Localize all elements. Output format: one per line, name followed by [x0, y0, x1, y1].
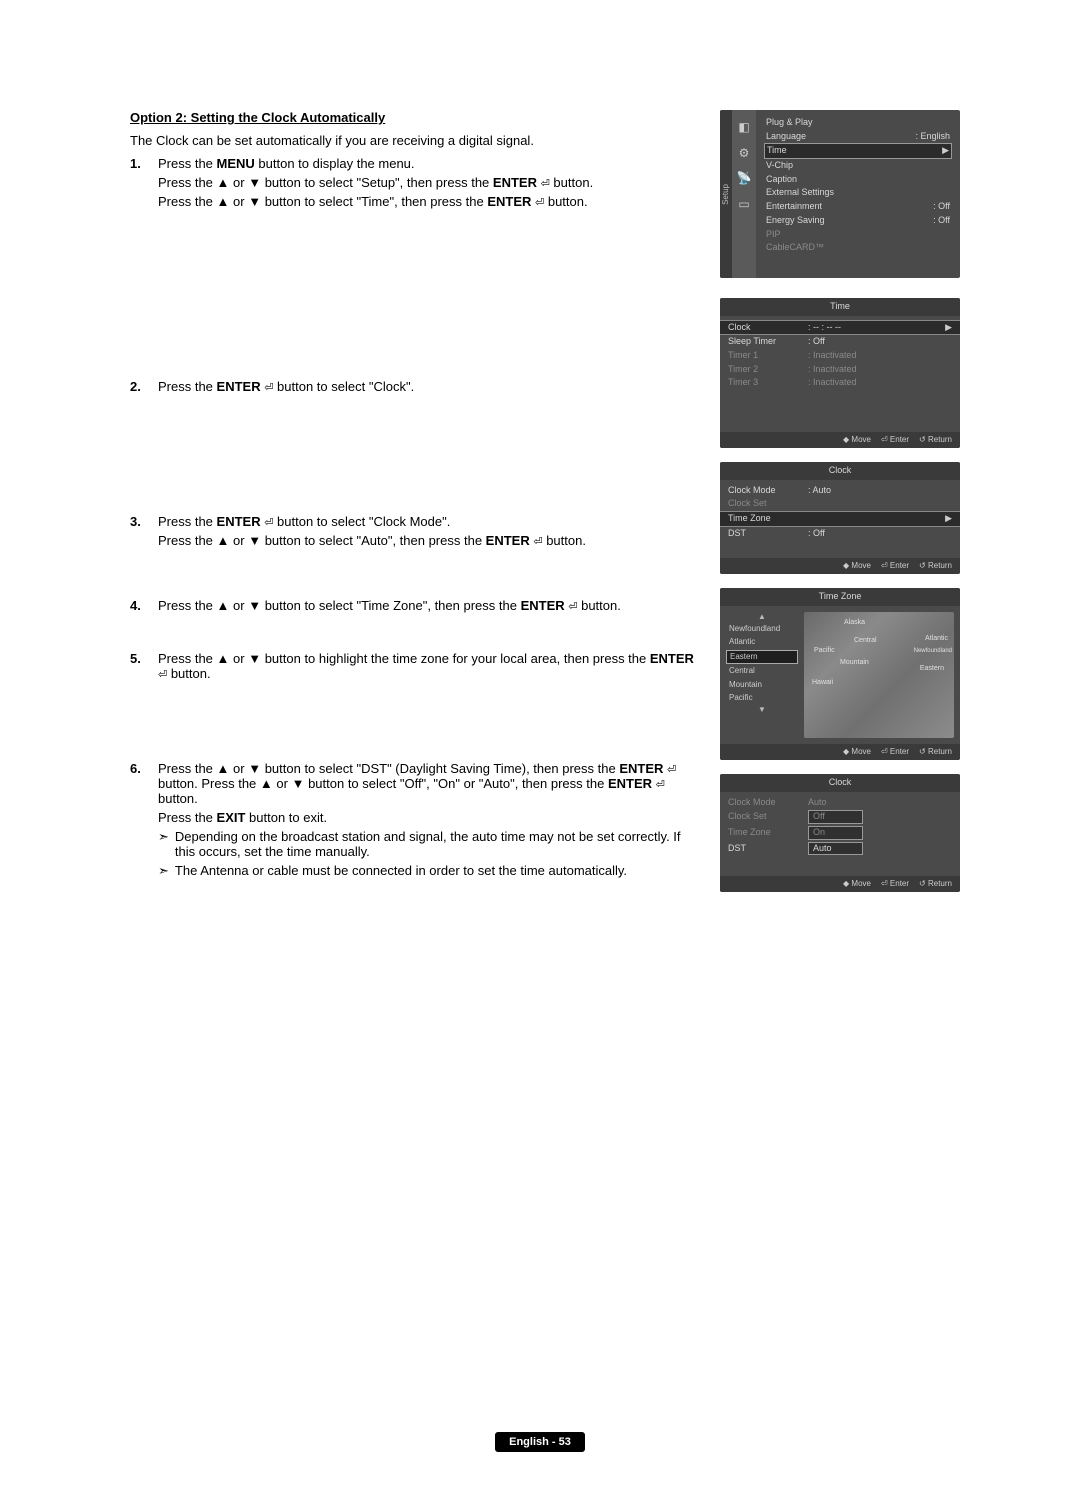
step-number: 6.	[130, 761, 148, 879]
osd-menu-item: V-Chip	[764, 159, 952, 173]
timezone-item: Central	[726, 665, 798, 677]
note-text: Depending on the broadcast station and s…	[175, 829, 698, 859]
osd-menu-item: PIP	[764, 228, 952, 242]
osd-menu-item: Time ZoneOn	[720, 825, 960, 841]
step-number: 4.	[130, 598, 148, 617]
osd-setup-menu: Setup ◧ ⚙ 📡 ▭ Plug & PlayLanguage: Engli…	[720, 110, 960, 278]
timezone-item: Mountain	[726, 679, 798, 691]
osd-tab-setup: Setup	[720, 110, 732, 278]
osd-title: Time Zone	[720, 588, 960, 606]
note-icon: ➣	[158, 863, 169, 879]
osd-title: Clock	[720, 774, 960, 792]
instruction-text: Option 2: Setting the Clock Automaticall…	[130, 110, 698, 906]
enter-icon	[533, 533, 542, 548]
osd-menu-item: Clock Mode: Auto	[720, 484, 960, 498]
osd-menu-item: Entertainment: Off	[764, 200, 952, 214]
osd-menu-item: Clock SetOff	[720, 809, 960, 825]
screen-icon: ▭	[738, 197, 749, 213]
osd-title: Clock	[720, 462, 960, 480]
osd-menu-item: Timer 1: Inactivated	[720, 349, 960, 363]
osd-menu-item: Timer 3: Inactivated	[720, 376, 960, 390]
timezone-item: Newfoundland	[726, 623, 798, 635]
timezone-map: Alaska Pacific Central Atlantic Mountain…	[804, 612, 954, 738]
gear-icon: ⚙	[739, 146, 750, 162]
step-3: 3. Press the ENTER button to select "Clo…	[130, 514, 698, 552]
timezone-item: Pacific	[726, 692, 798, 704]
osd-menu-item: Caption	[764, 173, 952, 187]
osd-menu-item: Language: English	[764, 130, 952, 144]
timezone-item: Eastern	[726, 650, 798, 664]
timezone-list: ▲NewfoundlandAtlanticEasternCentralMount…	[726, 612, 798, 738]
osd-footer: ◆ Move ⏎ Enter ↺ Return	[720, 744, 960, 760]
osd-menu-item: DST: Off	[720, 527, 960, 541]
note-text: The Antenna or cable must be connected i…	[175, 863, 627, 879]
page-number: English - 53	[495, 1432, 585, 1452]
enter-icon	[667, 761, 676, 776]
osd-footer: ◆ Move ⏎ Enter ↺ Return	[720, 558, 960, 574]
plug-play-icon: ◧	[738, 120, 749, 136]
osd-menu-item: Sleep Timer: Off	[720, 335, 960, 349]
step-number: 1.	[130, 156, 148, 213]
osd-menu-item: Clock: -- : -- --▶	[720, 320, 960, 336]
osd-title: Time	[720, 298, 960, 316]
osd-timezone-menu: Time Zone ▲NewfoundlandAtlanticEasternCe…	[720, 588, 960, 760]
enter-icon	[535, 194, 544, 209]
note-icon: ➣	[158, 829, 169, 859]
step-1: 1. Press the MENU button to display the …	[130, 156, 698, 213]
osd-menu-item: Energy Saving: Off	[764, 214, 952, 228]
osd-menu-item: External Settings	[764, 186, 952, 200]
osd-clock-dst-menu: Clock Clock ModeAutoClock SetOffTime Zon…	[720, 774, 960, 892]
timezone-item: Atlantic	[726, 636, 798, 648]
page-footer: English - 53	[0, 1433, 1080, 1448]
step-number: 5.	[130, 651, 148, 685]
osd-menu-item: Time ▶	[764, 143, 952, 159]
section-title: Option 2: Setting the Clock Automaticall…	[130, 110, 698, 125]
osd-time-menu: Time Clock: -- : -- --▶Sleep Timer: OffT…	[720, 298, 960, 448]
osd-menu-item: Clock ModeAuto	[720, 796, 960, 810]
enter-icon	[656, 776, 665, 791]
osd-menu-item: CableCARD™	[764, 241, 952, 255]
osd-menu-item: Clock Set	[720, 497, 960, 511]
osd-screenshots: Setup ◧ ⚙ 📡 ▭ Plug & PlayLanguage: Engli…	[720, 110, 960, 906]
osd-footer: ◆ Move ⏎ Enter ↺ Return	[720, 432, 960, 448]
antenna-icon: 📡	[737, 171, 752, 187]
osd-menu-item: DSTAuto	[720, 841, 960, 857]
osd-menu-item: Plug & Play	[764, 116, 952, 130]
enter-icon	[541, 175, 550, 190]
step-number: 3.	[130, 514, 148, 552]
enter-icon	[158, 666, 167, 681]
osd-footer: ◆ Move ⏎ Enter ↺ Return	[720, 876, 960, 892]
section-intro: The Clock can be set automatically if yo…	[130, 133, 698, 148]
osd-menu-item: Timer 2: Inactivated	[720, 363, 960, 377]
step-4: 4. Press the ▲ or ▼ button to select "Ti…	[130, 598, 698, 617]
step-number: 2.	[130, 379, 148, 398]
osd-menu-item: Time Zone▶	[720, 511, 960, 527]
step-5: 5. Press the ▲ or ▼ button to highlight …	[130, 651, 698, 685]
step-6: 6. Press the ▲ or ▼ button to select "DS…	[130, 761, 698, 879]
step-2: 2. Press the ENTER button to select "Clo…	[130, 379, 698, 398]
osd-clock-menu: Clock Clock Mode: AutoClock SetTime Zone…	[720, 462, 960, 574]
